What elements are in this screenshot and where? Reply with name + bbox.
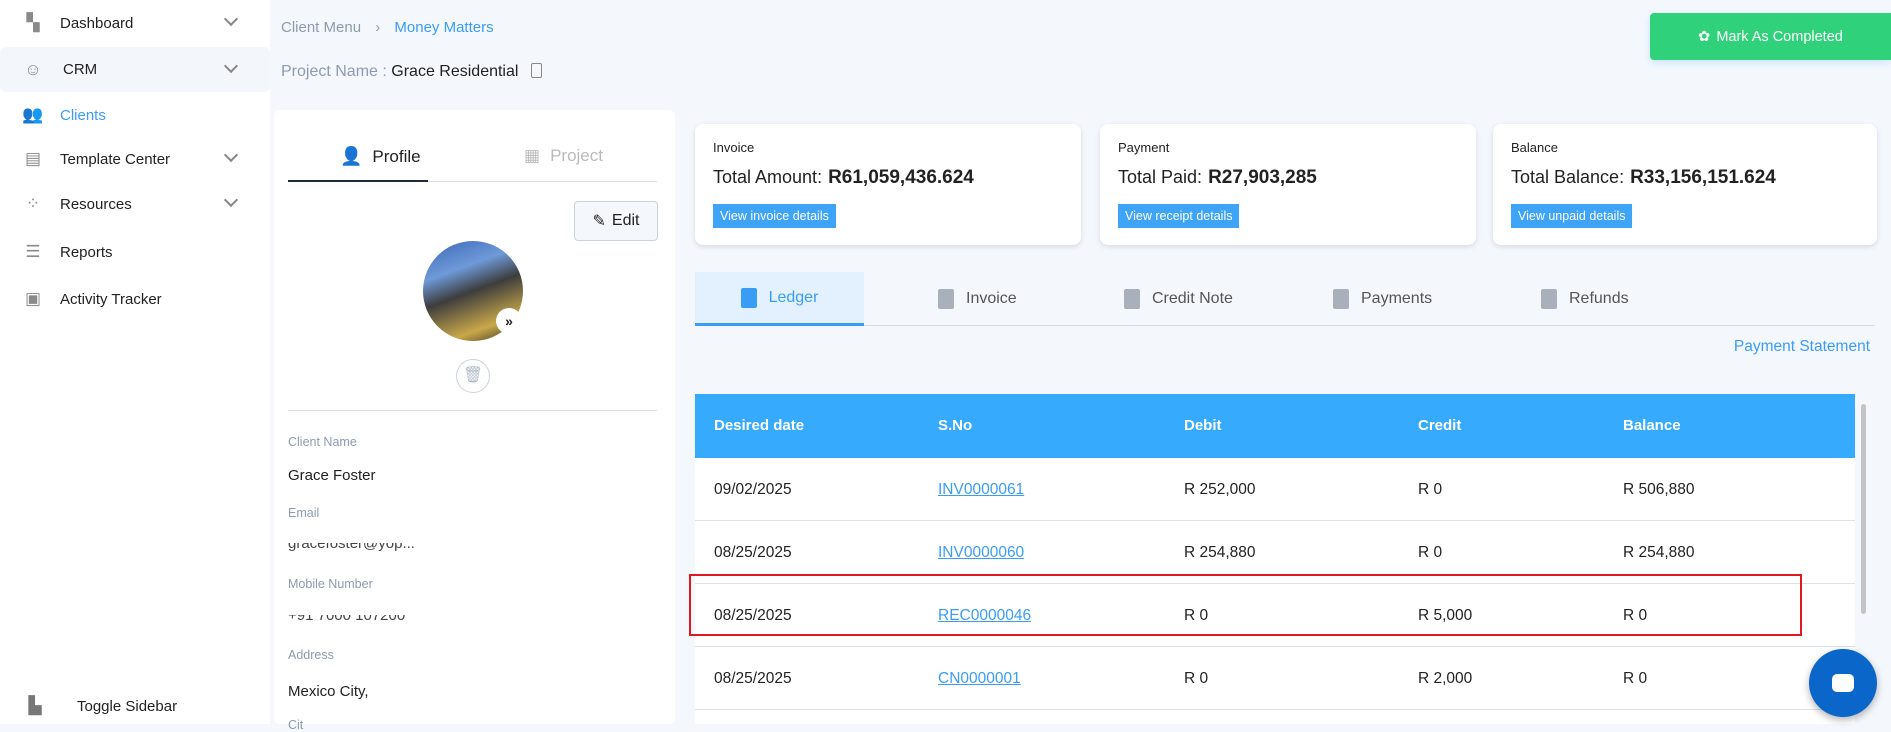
client-name-label: Client Name [288, 435, 357, 449]
date-cell: 09/02/2025 [714, 481, 792, 498]
delete-icon[interactable]: 🗑 [456, 359, 490, 393]
edit-button[interactable]: ✎ Edit [574, 201, 658, 241]
payment-card: Payment Total Paid: R27,903,285 View rece… [1100, 124, 1476, 245]
city-label: Cit [288, 718, 304, 732]
tab-project[interactable]: ▦ Project [524, 146, 603, 166]
scrollbar[interactable] [1861, 404, 1866, 614]
tab-profile[interactable]: 👤 Profile [340, 146, 421, 167]
chevron-down-icon [223, 11, 239, 27]
ledger-table: Desired date S.No Debit Credit Balance 0… [695, 394, 1866, 724]
copy-icon[interactable] [530, 63, 542, 78]
balance-card: Balance Total Balance: R33,156,151.624 Vi… [1493, 124, 1877, 245]
email-value: gracefoster@yop... [288, 543, 415, 552]
resources-icon: ⁘ [25, 194, 41, 213]
sidebar-item-resources[interactable]: ⁘ Resources [0, 181, 270, 227]
balance-cell: R 506,880 [1623, 481, 1695, 498]
debit-cell: R 0 [1184, 670, 1209, 687]
debit-cell: R 252,000 [1184, 481, 1256, 498]
breadcrumb-current: Money Matters [394, 19, 494, 36]
sidebar-item-reports[interactable]: ☰ Reports [0, 229, 270, 275]
table-header: Desired date S.No Debit Credit Balance [695, 394, 1855, 458]
sidebar-item-crm[interactable]: ☺ CRM [0, 47, 270, 92]
sno-link[interactable]: CN0000001 [938, 647, 1021, 710]
credit-cell: R 2,000 [1418, 670, 1473, 687]
layout-icon: ▙ [28, 696, 42, 715]
chat-button[interactable] [1809, 649, 1877, 717]
mobile-label: Mobile Number [288, 577, 373, 591]
balance-cell: R 0 [1623, 670, 1648, 687]
invoice-total: R61,059,436.624 [828, 167, 974, 188]
table-row: 09/02/2025 INV0000061 R 252,000 R 0 R 506,88… [695, 458, 1855, 521]
view-invoice-details-button[interactable]: View invoice details [713, 204, 836, 228]
payments-icon [1333, 289, 1349, 309]
dashboard-icon: ▚ [26, 13, 40, 32]
chat-icon [1832, 674, 1854, 692]
ledger-icon [740, 287, 757, 308]
chevron-down-icon [223, 58, 239, 74]
tab-ledger[interactable]: Ledger [695, 272, 864, 326]
activity-icon: ▣ [24, 289, 42, 308]
breadcrumb: Client Menu › Money Matters [281, 19, 494, 36]
template-icon: ▤ [24, 149, 42, 168]
user-icon: 👤 [340, 146, 363, 166]
refunds-icon [1541, 289, 1557, 309]
invoice-card: Invoice Total Amount: R61,059,436.624 Vie… [695, 124, 1081, 245]
table-row: 08/25/2025 CN0000001 R 0 R 2,000 R 0 [695, 647, 1855, 710]
tab-payments[interactable]: Payments [1333, 272, 1432, 326]
tab-credit-note[interactable]: Credit Note [1124, 272, 1233, 326]
date-cell: 08/25/2025 [714, 670, 792, 687]
project-name: Project Name : Grace Residential [281, 63, 542, 81]
sidebar-item-dashboard[interactable]: ▚ Dashboard [0, 0, 270, 46]
active-tab-indicator [288, 180, 428, 182]
payment-statement-link[interactable]: Payment Statement [1734, 338, 1870, 356]
chevron-down-icon [223, 147, 239, 163]
crm-icon: ☺ [24, 59, 42, 79]
sidebar-item-clients[interactable]: 👥 Clients [0, 92, 270, 138]
view-unpaid-details-button[interactable]: View unpaid details [1511, 204, 1633, 228]
highlight-box [689, 574, 1802, 636]
mobile-value: +91 7000 107200 [288, 615, 405, 623]
invoice-icon [938, 289, 954, 309]
mark-as-completed-button[interactable]: ✿ Mark As Completed [1650, 13, 1891, 60]
clients-icon: 👥 [22, 105, 44, 124]
sidebar: ▚ Dashboard ☺ CRM 👥 Clients ▤ Template Cente… [0, 0, 270, 724]
profile-panel: 👤 Profile ▦ Project ✎ Edit » 🗑 Client Name … [274, 110, 675, 732]
reports-icon: ☰ [25, 242, 41, 261]
client-name-value: Grace Foster [288, 467, 376, 484]
address-label: Address [288, 648, 334, 662]
payment-total: R27,903,285 [1208, 167, 1317, 188]
chevron-right-icon: › [375, 19, 381, 36]
chevron-down-icon [223, 192, 239, 208]
expand-icon[interactable]: » [496, 308, 522, 334]
sidebar-item-template-center[interactable]: ▤ Template Center [0, 136, 270, 182]
balance-total: R33,156,151.624 [1630, 167, 1776, 188]
toggle-sidebar-button[interactable]: ▙ Toggle Sidebar [0, 683, 270, 729]
view-receipt-details-button[interactable]: View receipt details [1118, 204, 1240, 228]
sno-link[interactable]: INV0000061 [938, 458, 1024, 521]
sidebar-item-activity-tracker[interactable]: ▣ Activity Tracker [0, 276, 270, 322]
breadcrumb-client-menu[interactable]: Client Menu [281, 19, 361, 36]
tab-refunds[interactable]: Refunds [1541, 272, 1629, 326]
email-label: Email [288, 506, 320, 520]
credit-note-icon [1124, 289, 1140, 309]
address-value: Mexico City, [288, 683, 369, 700]
tab-invoice[interactable]: Invoice [938, 272, 1017, 326]
robot-icon: ✿ [1698, 28, 1711, 45]
pencil-icon: ✎ [592, 213, 606, 230]
project-icon: ▦ [524, 146, 541, 165]
credit-cell: R 0 [1418, 481, 1443, 498]
